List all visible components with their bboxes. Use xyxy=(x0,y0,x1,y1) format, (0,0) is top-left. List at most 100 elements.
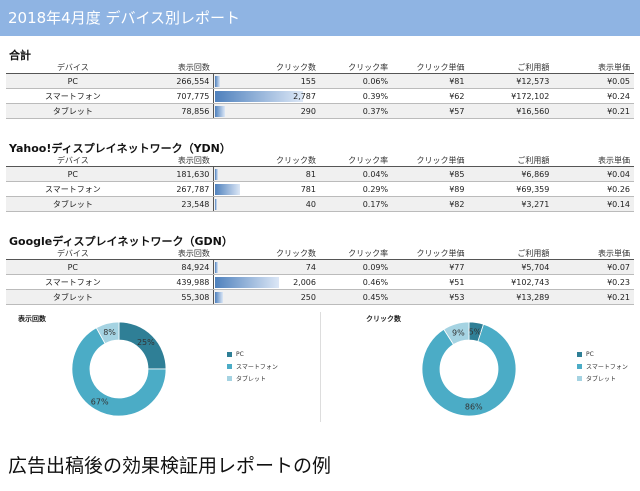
chart-title-clicks: クリック数 xyxy=(366,315,401,323)
legend-swatch xyxy=(227,363,232,369)
section-title: Googleディスプレイネットワーク（GDN） xyxy=(9,235,233,248)
report-title: 2018年4月度 デバイス別レポート xyxy=(8,9,241,27)
clicks-cell: 2,787 xyxy=(213,88,320,104)
cost-cell: ¥5,704 xyxy=(468,259,554,275)
legend-clicks: PC スマートフォンタブレット xyxy=(577,348,628,384)
table-row: PC 266,554 155 0.06% ¥81 ¥12,573 ¥0.05 xyxy=(6,73,634,89)
ctr-cell: 0.37% xyxy=(319,103,393,119)
device-cell: PC xyxy=(6,73,140,89)
donut-chart-impressions: 25% 67% 8% xyxy=(71,321,167,417)
report-table: デバイス 表示回数 クリック数 クリック率 クリック単価 ご利用額 表示単価 PC 266,55… xyxy=(6,62,634,119)
clicks-value: 74 xyxy=(305,262,316,272)
cpc-cell: ¥51 xyxy=(392,274,469,290)
cpc-cell: ¥81 xyxy=(392,73,469,89)
table-row: スマートフォン 267,787 781 0.29% ¥89 ¥69,359 ¥0.26 xyxy=(6,181,634,197)
cost-cell: ¥13,289 xyxy=(468,289,554,305)
ctr-cell: 0.09% xyxy=(319,259,393,275)
cpm-cell: ¥0.05 xyxy=(553,73,634,89)
table-row: タブレット 78,856 290 0.37% ¥57 ¥16,560 ¥0.21 xyxy=(6,103,634,119)
clicks-value: 2,006 xyxy=(293,277,316,287)
clicks-value: 250 xyxy=(300,292,316,302)
column-header: クリック数 xyxy=(213,155,320,167)
cost-cell: ¥6,869 xyxy=(468,166,554,182)
clicks-cell: 290 xyxy=(213,103,320,119)
column-header: 表示回数 xyxy=(139,62,214,74)
cpm-cell: ¥0.14 xyxy=(553,196,634,212)
clicks-value: 2,787 xyxy=(293,91,316,101)
impressions-cell: 78,856 xyxy=(139,103,215,119)
device-cell: タブレット xyxy=(6,196,140,212)
column-header: クリック率 xyxy=(319,62,393,74)
legend-impressions: PC スマートフォン タブレット xyxy=(227,348,278,384)
table-row: PC 181,630 81 0.04% ¥85 ¥6,869 ¥0.04 xyxy=(6,166,634,182)
column-header: デバイス xyxy=(6,155,140,167)
cpm-cell: ¥0.07 xyxy=(553,259,634,275)
table-header-row: デバイス 表示回数 クリック数 クリック率 クリック単価 ご利用額 表示単価 xyxy=(6,155,634,167)
device-cell: タブレット xyxy=(6,289,140,305)
cpm-cell: ¥0.21 xyxy=(553,103,634,119)
cpc-cell: ¥89 xyxy=(392,181,469,197)
clicks-cell: 781 xyxy=(213,181,320,197)
clicks-value: 81 xyxy=(305,169,316,179)
legend-item: PC xyxy=(577,348,628,360)
legend-label: PC xyxy=(236,350,244,358)
cpc-cell: ¥85 xyxy=(392,166,469,182)
column-header: 表示単価 xyxy=(553,248,634,260)
impressions-cell: 267,787 xyxy=(139,181,215,197)
column-header: 表示単価 xyxy=(553,155,634,167)
donut-chart-clicks: 5%86%9% xyxy=(421,321,517,417)
column-header: 表示回数 xyxy=(139,248,214,260)
column-header: クリック単価 xyxy=(392,62,469,74)
report-table: デバイス 表示回数 クリック数 クリック率 クリック単価 ご利用額 表示単価 PC 84,924… xyxy=(6,248,634,305)
clicks-cell: 2,006 xyxy=(213,274,320,290)
table-row: PC 84,924 74 0.09% ¥77 ¥5,704 ¥0.07 xyxy=(6,259,634,275)
ctr-cell: 0.17% xyxy=(319,196,393,212)
device-cell: PC xyxy=(6,166,140,182)
column-header: 表示回数 xyxy=(139,155,214,167)
clicks-data-bar xyxy=(215,262,218,273)
slice-label: 8% xyxy=(103,328,116,337)
cpc-cell: ¥53 xyxy=(392,289,469,305)
impressions-cell: 23,548 xyxy=(139,196,215,212)
report-title-bar: 2018年4月度 デバイス別レポート xyxy=(0,0,640,36)
clicks-value: 781 xyxy=(300,184,316,194)
slice-label: 25% xyxy=(137,338,155,347)
cpm-cell: ¥0.24 xyxy=(553,88,634,104)
legend-item: スマートフォン xyxy=(577,360,628,372)
column-header: クリック率 xyxy=(319,155,393,167)
clicks-value: 40 xyxy=(305,199,316,209)
column-header: クリック率 xyxy=(319,248,393,260)
cost-cell: ¥12,573 xyxy=(468,73,554,89)
ctr-cell: 0.45% xyxy=(319,289,393,305)
legend-item: タブレット xyxy=(577,372,628,384)
legend-item: スマートフォン xyxy=(227,360,278,372)
column-header: 表示単価 xyxy=(553,62,634,74)
cost-cell: ¥16,560 xyxy=(468,103,554,119)
legend-swatch xyxy=(577,375,582,381)
device-cell: スマートフォン xyxy=(6,88,140,104)
cpc-cell: ¥62 xyxy=(392,88,469,104)
cost-cell: ¥172,102 xyxy=(468,88,554,104)
legend-label: タブレット xyxy=(586,375,617,383)
device-cell: PC xyxy=(6,259,140,275)
legend-swatch xyxy=(577,351,582,357)
impressions-cell: 55,308 xyxy=(139,289,215,305)
cost-cell: ¥69,359 xyxy=(468,181,554,197)
impressions-cell: 181,630 xyxy=(139,166,215,182)
clicks-cell: 155 xyxy=(213,73,320,89)
cpm-cell: ¥0.21 xyxy=(553,289,634,305)
chart-divider xyxy=(320,312,321,422)
column-header: クリック単価 xyxy=(392,248,469,260)
cpc-cell: ¥77 xyxy=(392,259,469,275)
clicks-cell: 81 xyxy=(213,166,320,182)
column-header: デバイス xyxy=(6,248,140,260)
charts-area: 表示回数 25% 67% 8% PC スマートフォン タブレット クリック数 5% 86%… xyxy=(0,308,640,430)
device-cell: スマートフォン xyxy=(6,274,140,290)
table-header-row: デバイス 表示回数 クリック数 クリック率 クリック単価 ご利用額 表示単価 xyxy=(6,248,634,260)
legend-item: タブレット xyxy=(227,372,278,384)
slice-label: 67% xyxy=(91,398,109,407)
device-cell: スマートフォン xyxy=(6,181,140,197)
page-caption: 広告出稿後の効果検証用レポートの例 xyxy=(8,455,332,477)
column-header: ご利用額 xyxy=(468,155,554,167)
section-title: Yahoo!ディスプレイネットワーク（YDN） xyxy=(9,142,231,155)
